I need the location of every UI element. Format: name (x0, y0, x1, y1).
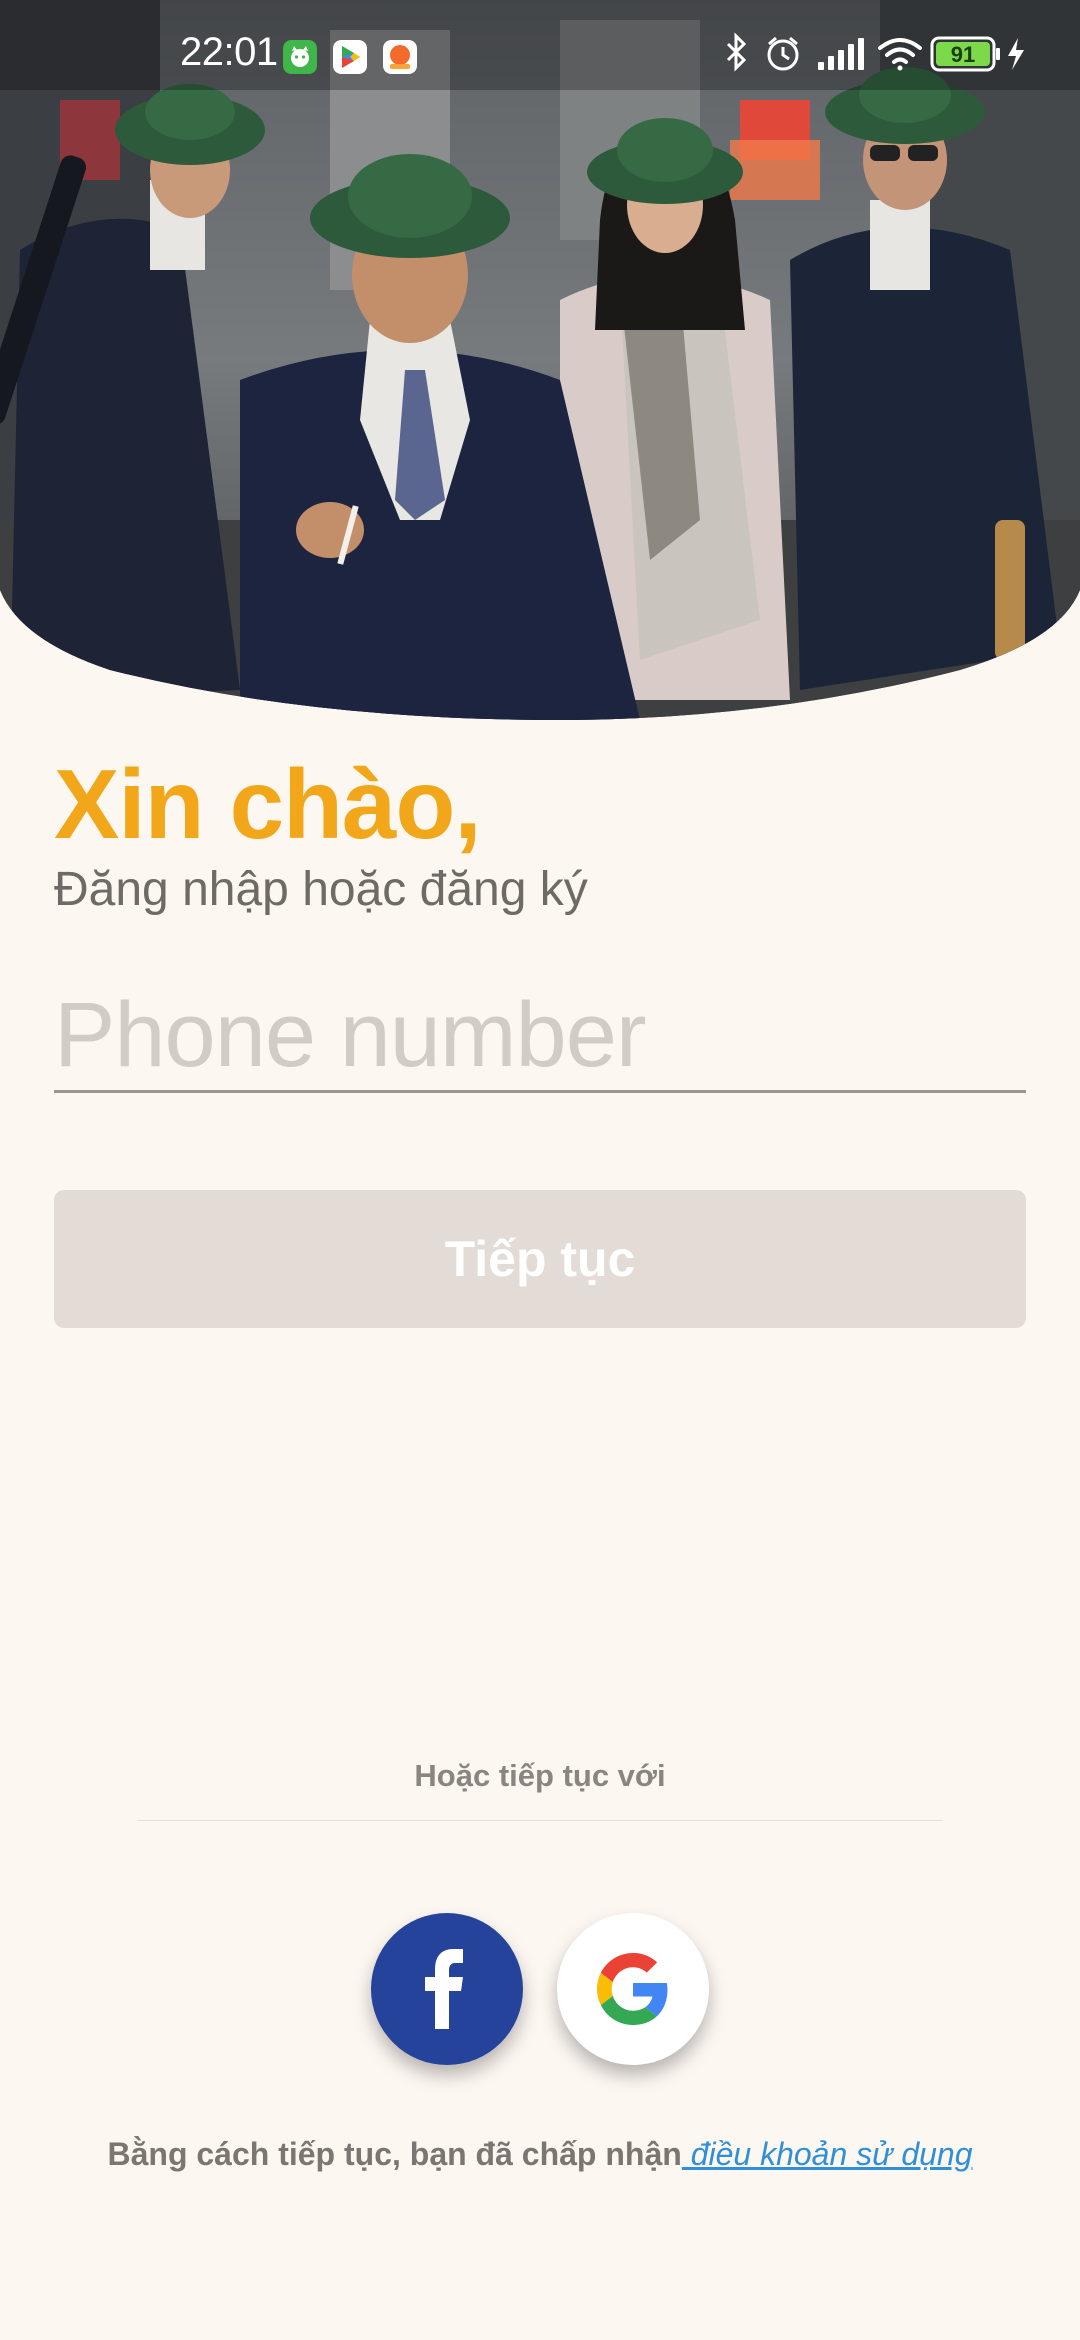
greeting-subtitle: Đăng nhập hoặc đăng ký (54, 863, 588, 916)
terms-notice: Bằng cách tiếp tục, bạn đã chấp nhận điề… (0, 2136, 1080, 2173)
alarm-icon (767, 36, 799, 71)
cat-app-icon (283, 40, 317, 74)
signal-icon (818, 38, 864, 70)
play-store-icon (333, 40, 367, 74)
google-login-button[interactable] (557, 1913, 709, 2065)
hero-photo (0, 0, 1080, 720)
continue-button[interactable]: Tiếp tục (54, 1190, 1026, 1328)
battery-level: 91 (951, 42, 975, 67)
bluetooth-icon (726, 32, 747, 72)
google-icon (597, 1953, 668, 2025)
alternatives-label: Hoặc tiếp tục với (414, 1758, 666, 1793)
greeting-title: Xin chào, (54, 749, 482, 859)
orange-app-icon (383, 40, 417, 74)
terms-link[interactable]: điều khoản sử dụng (682, 2136, 973, 2172)
status-time: 22:01 (180, 30, 278, 74)
wifi-icon (878, 38, 922, 71)
divider (137, 1820, 943, 1821)
login-screen: 22:01 91 Xin chào, Đăng nhập hoặc đăng k… (0, 0, 1080, 2340)
charging-icon (1008, 38, 1024, 70)
phone-number-input[interactable] (54, 980, 1026, 1093)
facebook-login-button[interactable] (371, 1913, 523, 2065)
terms-text: Bằng cách tiếp tục, bạn đã chấp nhận (107, 2136, 682, 2172)
battery-icon: 91 (930, 36, 1000, 72)
status-bar: 22:01 91 (0, 0, 1080, 90)
system-status-icons: 91 (726, 32, 1024, 72)
facebook-icon (425, 1949, 463, 2029)
